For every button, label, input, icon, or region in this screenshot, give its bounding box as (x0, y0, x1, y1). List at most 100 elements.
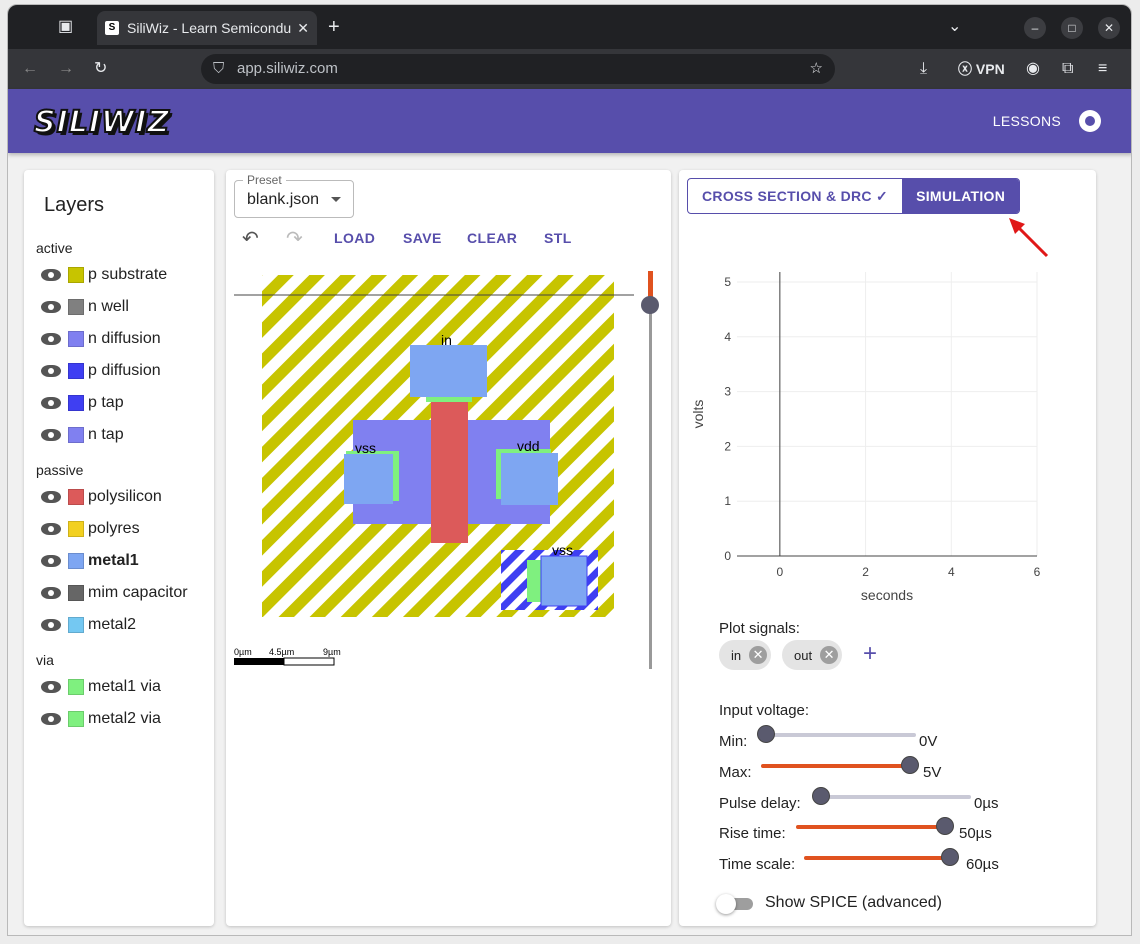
layer-swatch (68, 553, 84, 569)
scale-label-2: 9µm (323, 647, 341, 657)
back-icon[interactable]: ← (22, 59, 38, 79)
tab-cross-section[interactable]: CROSS SECTION & DRC ✓ (688, 179, 902, 213)
siliwiz-favicon-icon: S (105, 21, 119, 35)
vpn-button[interactable]: ⓧ VPN (958, 59, 1012, 79)
eye-icon[interactable] (40, 680, 62, 694)
metal1-in[interactable] (410, 345, 487, 397)
eye-icon[interactable] (40, 490, 62, 504)
minimize-icon[interactable]: – (1024, 17, 1046, 39)
tab-simulation[interactable]: SIMULATION (902, 179, 1020, 213)
layer-p-diffusion[interactable]: p diffusion (40, 359, 161, 383)
layer-n-well[interactable]: n well (40, 295, 129, 319)
layer-p-tap[interactable]: p tap (40, 391, 124, 415)
depth-slider-thumb[interactable] (641, 296, 659, 314)
browser-tab[interactable]: S SiliWiz - Learn Semicondu ✕ (97, 11, 317, 45)
github-icon[interactable] (1079, 110, 1101, 132)
layer-label: p tap (88, 394, 124, 411)
tab-overview-icon[interactable]: ▣ (58, 17, 73, 37)
show-spice-toggle-thumb[interactable] (716, 894, 736, 914)
layer-label: n tap (88, 426, 124, 443)
address-bar[interactable]: ⛉ app.siliwiz.com ☆ (201, 54, 835, 84)
extensions-icon[interactable]: ⧉ (1062, 59, 1073, 79)
layer-label: metal2 (88, 616, 137, 633)
editor-panel: Preset blank.json ↶ ↷ LOAD SAVE CLEAR ST… (226, 170, 671, 926)
eye-icon[interactable] (40, 364, 62, 378)
eye-icon[interactable] (40, 618, 62, 632)
max-slider-thumb[interactable] (901, 756, 919, 774)
metal1-tap[interactable] (540, 555, 588, 607)
depth-slider-fill (648, 271, 653, 297)
maximize-icon[interactable]: □ (1061, 17, 1083, 39)
min-slider[interactable] (766, 733, 916, 737)
save-button[interactable]: SAVE (403, 230, 442, 246)
layer-label: metal2 via (88, 710, 161, 727)
add-signal-icon[interactable]: + (863, 642, 877, 666)
undo-icon[interactable]: ↶ (242, 226, 259, 251)
metal1-vdd[interactable] (501, 453, 558, 505)
time-scale-label: Time scale: (719, 856, 796, 873)
layer-polysilicon[interactable]: polysilicon (40, 485, 162, 509)
label-vss: vss (355, 440, 376, 456)
layer-label: polyres (88, 520, 140, 537)
eye-icon[interactable] (40, 522, 62, 536)
scale-label-1: 4.5µm (269, 647, 294, 657)
signal-chip-out[interactable]: out ✕ (782, 640, 843, 670)
rise-time-slider-thumb[interactable] (936, 817, 954, 835)
tab-list-chevron-icon[interactable]: ⌄ (948, 17, 961, 37)
y-tick-label: 1 (724, 494, 731, 508)
layer-mim-capacitor[interactable]: mim capacitor (40, 581, 188, 605)
remove-chip-icon[interactable]: ✕ (749, 646, 768, 664)
layer-metal1[interactable]: metal1 (40, 549, 139, 573)
clear-button[interactable]: CLEAR (467, 230, 517, 246)
lessons-link[interactable]: LESSONS (993, 113, 1061, 129)
layer-metal1-via[interactable]: metal1 via (40, 675, 161, 699)
layout-canvas[interactable]: in vss vdd vss 0µm 4.5µm 9µm (226, 265, 671, 695)
y-tick-label: 3 (724, 385, 731, 399)
min-value: 0V (919, 733, 938, 750)
eye-icon[interactable] (40, 428, 62, 442)
preset-select[interactable]: Preset blank.json (234, 173, 354, 218)
close-window-icon[interactable]: ✕ (1098, 17, 1120, 39)
pulse-delay-slider[interactable] (821, 795, 971, 799)
time-scale-slider[interactable] (804, 856, 954, 860)
reload-icon[interactable]: ↻ (94, 59, 107, 79)
signal-chip-in[interactable]: in ✕ (719, 640, 772, 670)
metal1-vss[interactable] (344, 454, 393, 504)
pulse-delay-slider-thumb[interactable] (812, 787, 830, 805)
layer-swatch (68, 521, 84, 537)
remove-chip-icon[interactable]: ✕ (820, 646, 839, 664)
max-slider[interactable] (761, 764, 911, 768)
eye-icon[interactable] (40, 396, 62, 410)
layer-n-diffusion[interactable]: n diffusion (40, 327, 161, 351)
polysilicon-gate[interactable] (431, 390, 468, 543)
stl-button[interactable]: STL (544, 230, 572, 246)
redo-icon[interactable]: ↷ (286, 226, 303, 251)
time-scale-slider-thumb[interactable] (941, 848, 959, 866)
depth-slider-track[interactable] (649, 297, 652, 669)
layer-polyres[interactable]: polyres (40, 517, 140, 541)
eye-icon[interactable] (40, 300, 62, 314)
vpn-label: VPN (975, 61, 1005, 77)
eye-icon[interactable] (40, 586, 62, 600)
layer-p-substrate[interactable]: p substrate (40, 263, 167, 287)
eye-icon[interactable] (40, 332, 62, 346)
bookmark-star-icon[interactable]: ☆ (810, 54, 823, 84)
layer-metal2[interactable]: metal2 (40, 613, 136, 637)
new-tab-icon[interactable]: + (328, 17, 340, 37)
tab-strip: ▣ S SiliWiz - Learn Semicondu ✕ + ⌄ – □ … (8, 5, 1131, 49)
menu-icon[interactable]: ≡ (1098, 59, 1107, 79)
siliwiz-logo[interactable]: SILIWIZ (33, 104, 170, 141)
load-button[interactable]: LOAD (334, 230, 375, 246)
profile-icon[interactable]: ◉ (1026, 59, 1040, 79)
eye-icon[interactable] (40, 268, 62, 282)
layer-metal2-via[interactable]: metal2 via (40, 707, 161, 731)
eye-icon[interactable] (40, 712, 62, 726)
close-tab-icon[interactable]: ✕ (297, 20, 309, 37)
rise-time-slider[interactable] (796, 825, 946, 829)
eye-icon[interactable] (40, 554, 62, 568)
min-slider-thumb[interactable] (757, 725, 775, 743)
layer-n-tap[interactable]: n tap (40, 423, 124, 447)
red-arrow-annotation (1009, 218, 1049, 258)
forward-icon[interactable]: → (58, 59, 74, 79)
download-icon[interactable]: ⤓ (920, 59, 927, 79)
